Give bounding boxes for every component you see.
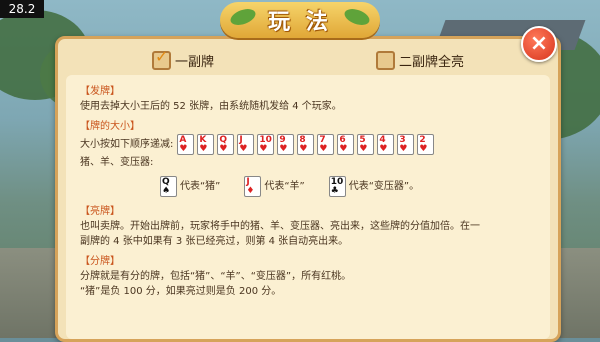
heart-suit-icon: ♥ (339, 144, 348, 154)
checkbox-one-deck[interactable]: ✓ (152, 47, 171, 70)
rank-intro: 大小按如下顺序递减: (80, 139, 174, 150)
heart-suit-icon: ♥ (279, 144, 288, 154)
playing-card: 7 ♥ (317, 134, 335, 155)
reveal-text-2: 副牌的 4 张中如果有 3 张已经亮过，则第 4 张自动亮出来。 (80, 236, 349, 247)
special-card-item: J ♦ 代表“羊” (244, 176, 305, 197)
playing-card: 6 ♥ (337, 134, 355, 155)
special-card-meaning: 代表“猪” (180, 181, 221, 192)
heart-suit-icon: ♥ (399, 144, 408, 154)
playing-card: Q ♥ (217, 134, 235, 155)
playing-card: 5 ♥ (357, 134, 375, 155)
page-title: 玩 法 (268, 10, 332, 35)
section-header-score: 【分牌】 (80, 256, 120, 267)
playing-card: A ♥ (177, 134, 195, 155)
close-button[interactable]: × (521, 26, 557, 62)
heart-suit-icon: ♥ (199, 144, 208, 154)
heart-suit-icon: ♥ (259, 144, 268, 154)
playing-card: J ♥ (237, 134, 255, 155)
checkbox-two-decks[interactable] (376, 51, 395, 70)
heart-suit-icon: ♥ (179, 144, 188, 154)
option-two-decks[interactable]: 二副牌全亮 (376, 51, 464, 70)
option-label: 一副牌 (175, 55, 215, 70)
special-cards-line: 猪、羊、变压器: (80, 157, 154, 168)
playing-card: K ♥ (197, 134, 215, 155)
card-suit-icon: ♦ (246, 186, 255, 196)
section-header-rank: 【牌的大小】 (80, 121, 140, 132)
heart-suit-icon: ♥ (379, 144, 388, 154)
rank-order-row: 大小按如下顺序递减: A ♥ K ♥ Q ♥ J ♥ 10 ♥ 9 ♥ 8 ♥ 7 ♥ 6 ♥ 5 ♥ 4 ♥ 3 ♥ 2 ♥ (80, 134, 550, 155)
version-label: 28.2 (0, 0, 44, 18)
playing-card: Q ♠ (160, 176, 177, 197)
option-label: 二副牌全亮 (399, 55, 465, 70)
card-suit-icon: ♣ (330, 186, 339, 196)
special-card-legend: Q ♠ 代表“猪” J ♦ 代表“羊” 10 ♣ 代表“变压器”。 (160, 176, 550, 197)
playing-card: 3 ♥ (397, 134, 415, 155)
title-banner: 玩 法 (220, 2, 380, 38)
special-card-item: 10 ♣ 代表“变压器”。 (328, 176, 420, 197)
option-one-deck[interactable]: ✓ 一副牌 (152, 47, 215, 70)
special-card-item: Q ♠ 代表“猪” (160, 176, 220, 197)
card-suit-icon: ♠ (162, 186, 171, 196)
reveal-text-1: 也叫卖牌。开始出牌前，玩家将手中的猪、羊、变压器、亮出来，这些牌的分值加倍。在一 (80, 221, 480, 232)
playing-card: 4 ♥ (377, 134, 395, 155)
heart-suit-icon: ♥ (239, 144, 248, 154)
close-icon: × (529, 31, 549, 56)
leaf-icon (342, 5, 372, 29)
playing-card: 10 ♥ (257, 134, 275, 155)
special-card-meaning: 代表“变压器”。 (348, 181, 420, 192)
heart-suit-icon: ♥ (359, 144, 368, 154)
score-text-1: 分牌就是有分的牌，包括“猪”、“羊”、“变压器”，所有红桃。 (80, 271, 352, 282)
playing-card: 2 ♥ (417, 134, 435, 155)
heart-suit-icon: ♥ (319, 144, 328, 154)
playing-card: 9 ♥ (277, 134, 295, 155)
check-icon: ✓ (155, 47, 169, 66)
leaf-icon (228, 5, 258, 29)
section-header-reveal: 【亮牌】 (80, 206, 120, 217)
rules-panel: ✓ 一副牌 二副牌全亮 【发牌】 使用去掉大小王后的 52 张牌，由系统随机发给… (55, 36, 561, 342)
section-header-deal: 【发牌】 (80, 86, 120, 97)
playing-card: J ♦ (244, 176, 262, 197)
heart-suit-icon: ♥ (219, 144, 228, 154)
playing-card: 10 ♣ (328, 176, 346, 197)
deal-text: 使用去掉大小王后的 52 张牌，由系统随机发给 4 个玩家。 (80, 101, 342, 112)
special-card-meaning: 代表“羊” (264, 181, 305, 192)
rules-text: 【发牌】 使用去掉大小王后的 52 张牌，由系统随机发给 4 个玩家。 【牌的大… (80, 84, 550, 299)
playing-card: 8 ♥ (297, 134, 315, 155)
score-text-2: “猪”是负 100 分，如果亮过则是负 200 分。 (80, 286, 282, 297)
heart-suit-icon: ♥ (419, 144, 428, 154)
rank-card-list: A ♥ K ♥ Q ♥ J ♥ 10 ♥ 9 ♥ 8 ♥ 7 ♥ 6 ♥ 5 ♥ 4 ♥ 3 ♥ 2 ♥ (177, 134, 437, 155)
heart-suit-icon: ♥ (299, 144, 308, 154)
